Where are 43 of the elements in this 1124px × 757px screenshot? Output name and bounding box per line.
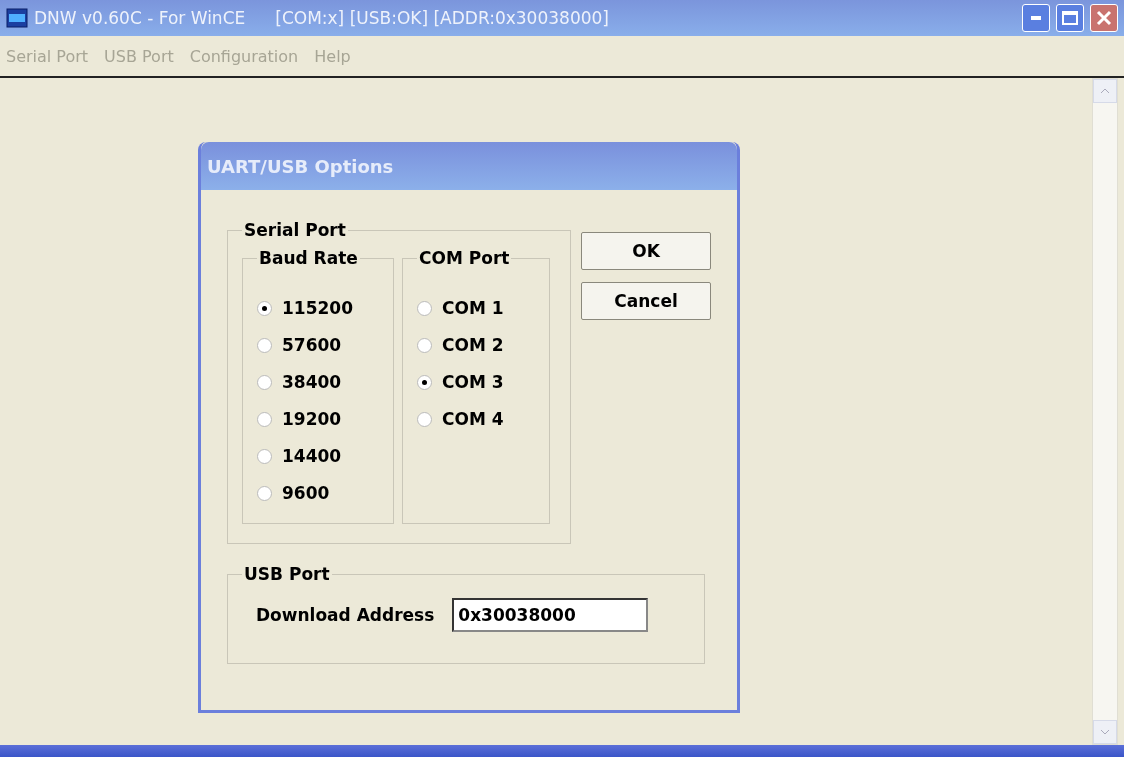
maximize-button[interactable] [1056,4,1084,32]
chevron-down-icon [1100,729,1110,735]
chevron-up-icon [1100,88,1110,94]
radio-option[interactable]: 19200 [257,409,379,429]
dialog-button[interactable]: Cancel [581,282,711,320]
radio-option[interactable]: 115200 [257,298,379,318]
close-button[interactable] [1090,4,1118,32]
scroll-down-button[interactable] [1093,720,1117,744]
radio-option[interactable]: 9600 [257,483,379,503]
radio-option[interactable]: COM 2 [417,335,535,355]
group-label: Baud Rate [258,248,359,268]
radio-icon[interactable] [257,485,272,501]
maximize-icon [1062,11,1078,25]
radio-icon[interactable] [417,374,432,390]
radio-icon[interactable] [257,337,272,353]
radio-icon[interactable] [417,300,432,316]
radio-icon[interactable] [257,411,272,427]
app-icon [6,8,28,28]
radio-option[interactable]: 14400 [257,446,379,466]
close-icon [1096,10,1112,26]
dialog-title: UART/USB Options [207,155,394,177]
dialog-button[interactable]: OK [581,232,711,270]
radio-icon[interactable] [257,300,272,316]
radio-option[interactable]: 38400 [257,372,379,392]
radio-option[interactable]: COM 1 [417,298,535,318]
minimize-button[interactable] [1022,4,1050,32]
radio-icon[interactable] [257,374,272,390]
group-label: COM Port [418,248,511,268]
radio-icon[interactable] [417,411,432,427]
radio-option[interactable]: COM 3 [417,372,535,392]
radio-option[interactable]: COM 4 [417,409,535,429]
radio-icon[interactable] [257,448,272,464]
radio-icon[interactable] [417,337,432,353]
window-title: DNW v0.60C - For WinCE [34,8,246,28]
radio-option[interactable]: 57600 [257,335,379,355]
address-field[interactable]: 0x30038000 [452,598,649,632]
scrollbar[interactable] [1092,78,1118,745]
scroll-up-button[interactable] [1093,79,1117,103]
group-label: Serial Port [243,220,347,240]
group-label: USB Port [243,564,331,584]
minimize-icon [1031,16,1041,20]
field-label: Download Address [256,605,435,625]
status-text: [COM:x] [USB:OK] [ADDR:0x30038000] [275,8,610,28]
